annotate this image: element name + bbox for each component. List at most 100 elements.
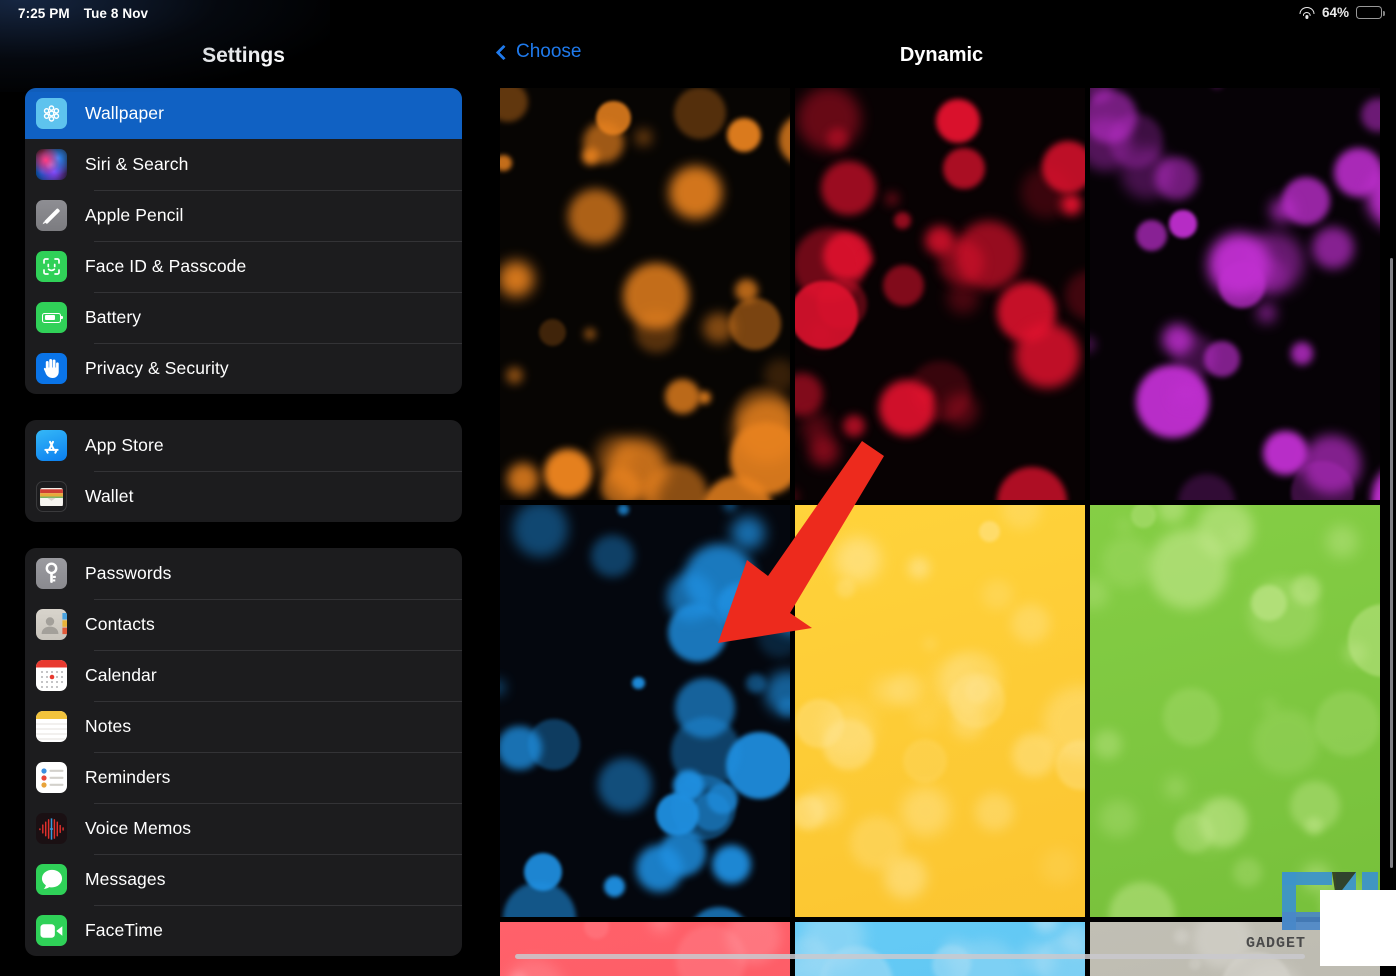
sidebar-group: Wallpaper Siri & Search Apple Pencil Face I… xyxy=(25,88,462,394)
page-title: Dynamic xyxy=(899,44,984,66)
sidebar-item-contacts[interactable]: Contacts xyxy=(25,599,462,650)
sidebar-item-app-store[interactable]: App Store xyxy=(25,420,462,471)
sidebar-item-battery[interactable]: Battery xyxy=(25,292,462,343)
wallpaper-thumbnail-orange-bokeh[interactable] xyxy=(500,88,790,500)
battery-icon xyxy=(1356,6,1385,19)
horizontal-scrollbar[interactable] xyxy=(515,954,1305,959)
bokeh-dot xyxy=(795,280,858,349)
wallet-icon xyxy=(36,481,67,512)
bokeh-dot xyxy=(1040,848,1078,885)
sidebar-item-voice-memos[interactable]: Voice Memos xyxy=(25,803,462,854)
bokeh-dot xyxy=(674,88,727,139)
bokeh-dot xyxy=(1158,505,1187,523)
wallpaper-thumbnail-red-bokeh[interactable] xyxy=(795,88,1085,500)
bokeh-dot xyxy=(1162,687,1221,746)
bokeh-dot xyxy=(582,147,600,166)
bokeh-dot xyxy=(1099,799,1137,838)
bokeh-dot xyxy=(500,725,542,771)
sidebar-item-calendar[interactable]: Calendar xyxy=(25,650,462,701)
bokeh-dot xyxy=(1325,524,1359,558)
sidebar-scroll-area[interactable]: Wallpaper Siri & Search Apple Pencil Face I… xyxy=(0,88,487,976)
sidebar-item-label: Notes xyxy=(85,716,132,736)
sidebar-item-apple-pencil[interactable]: Apple Pencil xyxy=(25,190,462,241)
wallpaper-thumbnail-yellow-bokeh[interactable] xyxy=(795,505,1085,917)
bokeh-dot xyxy=(729,298,782,350)
bokeh-dot xyxy=(996,467,1067,500)
bokeh-dot xyxy=(1061,194,1083,216)
bokeh-dot xyxy=(1314,691,1380,757)
bokeh-dot xyxy=(979,521,1001,543)
bokeh-dot xyxy=(591,534,634,578)
bokeh-dot xyxy=(1208,233,1271,296)
sidebar-item-label: Reminders xyxy=(85,767,171,787)
bokeh-dot xyxy=(1257,304,1275,322)
sidebar-item-label: Voice Memos xyxy=(85,818,192,838)
bokeh-dot xyxy=(982,579,1013,611)
bokeh-dot xyxy=(924,638,935,649)
sidebar-item-label: Messages xyxy=(85,869,166,889)
sidebar-item-notes[interactable]: Notes xyxy=(25,701,462,752)
bokeh-dot xyxy=(943,147,986,190)
bokeh-dot xyxy=(1210,88,1225,90)
sidebar-item-siri-search[interactable]: Siri & Search xyxy=(25,139,462,190)
wallpaper-thumbnail-pink-bokeh[interactable] xyxy=(500,922,790,976)
sidebar-item-messages[interactable]: Messages xyxy=(25,854,462,905)
sidebar-item-face-id-passcode[interactable]: Face ID & Passcode xyxy=(25,241,462,292)
bokeh-dot xyxy=(506,463,539,496)
wallpaper-thumbnail-lightblue-bokeh[interactable] xyxy=(795,922,1085,976)
sidebar-item-passwords[interactable]: Passwords xyxy=(25,548,462,599)
bokeh-dot xyxy=(1289,781,1340,832)
bokeh-dot xyxy=(1263,430,1308,476)
wallpaper-thumbnail-green-bokeh[interactable] xyxy=(1090,505,1380,917)
bokeh-dot xyxy=(901,786,951,836)
sidebar-item-facetime[interactable]: FaceTime xyxy=(25,905,462,956)
wallpaper-thumbnail-purple-bokeh[interactable] xyxy=(1090,88,1380,500)
vertical-scrollbar[interactable] xyxy=(1389,258,1393,868)
bokeh-dot xyxy=(778,114,790,167)
bokeh-dot xyxy=(1064,270,1085,321)
bokeh-dot xyxy=(806,788,842,824)
detail-navigation-bar: Choose Dynamic xyxy=(487,38,1396,82)
sidebar-item-privacy-security[interactable]: Privacy & Security xyxy=(25,343,462,394)
bokeh-dot xyxy=(667,602,727,662)
bokeh-dot xyxy=(746,673,766,694)
sidebar-item-wallet[interactable]: Wallet xyxy=(25,471,462,522)
bokeh-dot xyxy=(500,88,529,123)
bokeh-dot xyxy=(539,319,567,347)
key-icon xyxy=(45,562,58,583)
sidebar-item-wallpaper[interactable]: Wallpaper xyxy=(25,88,462,139)
reminders-glyph-icon xyxy=(41,768,64,788)
calendar-icon xyxy=(36,660,67,691)
bokeh-dot xyxy=(1131,505,1156,528)
bokeh-dot xyxy=(1172,334,1217,379)
bokeh-dot xyxy=(1090,577,1109,610)
bokeh-dot xyxy=(1101,537,1153,588)
sidebar-item-reminders[interactable]: Reminders xyxy=(25,752,462,803)
privacy-hand-icon xyxy=(36,353,67,384)
sidebar-item-label: App Store xyxy=(85,435,164,455)
bokeh-dot xyxy=(925,226,955,256)
wallet-glyph-icon xyxy=(40,487,63,506)
bokeh-dot xyxy=(1019,942,1056,976)
bokeh-dot xyxy=(1290,341,1314,365)
wallpaper-grid[interactable] xyxy=(487,88,1396,976)
bokeh-dot xyxy=(943,392,978,427)
bokeh-dot xyxy=(1119,521,1130,531)
ipad-settings-screen: 7:25 PM Tue 8 Nov 64% Settings Wallpaper… xyxy=(0,0,1396,976)
app-store-glyph-icon xyxy=(44,440,59,454)
wallpaper-detail-pane: Choose Dynamic xyxy=(487,0,1396,976)
bokeh-dot xyxy=(731,515,766,551)
status-bar-left: 7:25 PM Tue 8 Nov xyxy=(18,6,148,21)
message-bubble-icon xyxy=(41,869,62,889)
facetime-icon xyxy=(36,915,67,946)
bokeh-dot xyxy=(618,505,629,515)
bokeh-dot xyxy=(1135,219,1167,251)
bokeh-dot xyxy=(1178,474,1236,500)
bokeh-dot xyxy=(778,697,790,718)
bokeh-dot xyxy=(1169,210,1197,238)
bokeh-dot xyxy=(1109,882,1175,917)
hand-icon xyxy=(43,359,59,378)
sidebar-item-label: Face ID & Passcode xyxy=(85,256,247,276)
bokeh-dot xyxy=(893,212,912,230)
wallpaper-thumbnail-blue-bokeh[interactable] xyxy=(500,505,790,917)
